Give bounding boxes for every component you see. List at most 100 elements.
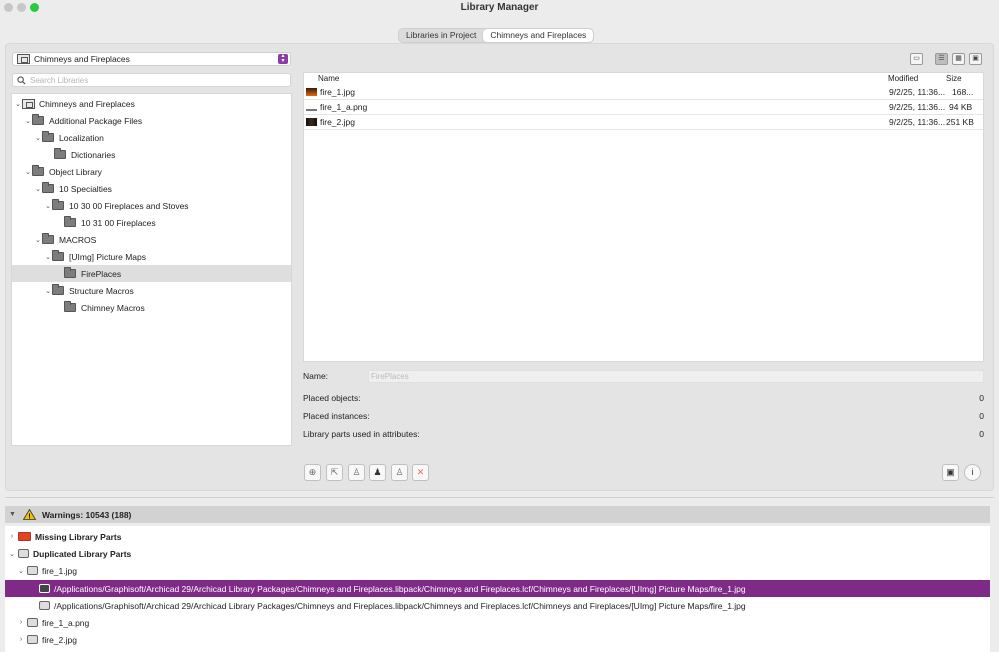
folder-icon <box>42 182 54 193</box>
chevron-down-icon[interactable]: ⌄ <box>24 168 32 176</box>
remove-icon[interactable]: ✕ <box>412 464 429 481</box>
svg-text:!: ! <box>28 514 30 521</box>
tree-item-uimg-picture-maps[interactable]: ⌄ [UImg] Picture Maps <box>12 248 291 265</box>
warning-row-duplicated[interactable]: ⌄ Duplicated Library Parts <box>5 545 990 562</box>
tab-bar: Libraries in Project Chimneys and Firepl… <box>398 28 595 43</box>
library-part-icon <box>27 635 38 644</box>
warning-icon: ! <box>22 509 36 521</box>
image-thumbnail-icon <box>306 88 317 96</box>
chevron-down-icon[interactable]: ⌄ <box>34 236 42 244</box>
folder-icon <box>32 165 44 176</box>
bimcloud-libraries-icon[interactable]: ♟ <box>369 464 386 481</box>
file-modified: 9/2/25, 11:36... <box>889 102 946 112</box>
column-header-size[interactable]: Size <box>946 74 962 83</box>
chevron-down-icon[interactable]: ⌄ <box>24 117 32 125</box>
folder-icon <box>64 216 76 227</box>
warning-label: fire_1.jpg <box>42 565 77 576</box>
chevron-down-icon[interactable]: ⌄ <box>14 100 22 108</box>
name-label: Name: <box>303 371 329 381</box>
column-header-name[interactable]: Name <box>318 74 339 83</box>
tree-item-chimneys-and-fireplaces[interactable]: ⌄ Chimneys and Fireplaces <box>12 95 291 112</box>
warning-row-path[interactable]: /Applications/Graphisoft/Archicad 29/Arc… <box>5 597 990 614</box>
warning-row-missing[interactable]: › Missing Library Parts <box>5 528 990 545</box>
grid-view-icon[interactable]: ▦ <box>952 53 965 65</box>
file-list: Name Modified Size fire_1.jpg 9/2/25, 11… <box>303 72 984 362</box>
tree-item-label: Object Library <box>49 166 102 177</box>
folder-icon <box>52 250 64 261</box>
placed-objects-label: Placed objects: <box>303 393 361 403</box>
library-tree: ⌄ Chimneys and Fireplaces ⌄ Additional Pac… <box>11 93 292 446</box>
search-input[interactable] <box>30 75 270 85</box>
folder-icon <box>42 131 54 142</box>
name-field[interactable]: FirePlaces <box>368 370 984 383</box>
tree-item-10-31-00-fireplaces[interactable]: 10 31 00 Fireplaces <box>12 214 291 231</box>
zoom-window-button[interactable] <box>30 3 39 12</box>
warning-path: /Applications/Graphisoft/Archicad 29/Arc… <box>54 600 746 611</box>
tree-item-fireplaces-and-stoves[interactable]: ⌄ 10 30 00 Fireplaces and Stoves <box>12 197 291 214</box>
warning-row-fire-1[interactable]: ⌄ fire_1.jpg <box>5 562 990 579</box>
chevron-down-icon[interactable]: ⌄ <box>34 185 42 193</box>
chevron-right-icon[interactable]: › <box>17 619 25 626</box>
file-row[interactable]: fire_1_a.png 9/2/25, 11:36... 94 KB <box>304 100 983 115</box>
search-box[interactable] <box>12 73 291 87</box>
tree-item-label: Localization <box>59 132 104 143</box>
tree-item-macros[interactable]: ⌄ MACROS <box>12 231 291 248</box>
open-folder-icon[interactable]: ⇱ <box>326 464 343 481</box>
tree-item-dictionaries[interactable]: Dictionaries <box>12 146 291 163</box>
add-library-icon[interactable]: ⊕ <box>304 464 321 481</box>
warning-row-fire-1-a[interactable]: › fire_1_a.png <box>5 614 990 631</box>
folder-icon <box>64 301 76 312</box>
save-icon[interactable]: ▣ <box>942 464 959 481</box>
tree-item-label: FirePlaces <box>81 268 122 279</box>
tree-item-structure-macros[interactable]: ⌄ Structure Macros <box>12 282 291 299</box>
warnings-list: › Missing Library Parts ⌄ Duplicated Libra… <box>5 526 990 652</box>
warning-label: Duplicated Library Parts <box>33 548 132 559</box>
chevron-down-icon[interactable]: ⌄ <box>8 550 16 558</box>
tab-libraries-in-project[interactable]: Libraries in Project <box>399 29 483 42</box>
library-part-icon <box>39 601 50 610</box>
tree-item-fireplaces-selected[interactable]: FirePlaces <box>12 265 291 282</box>
chevron-right-icon[interactable]: › <box>8 533 16 540</box>
close-window-button[interactable] <box>4 3 13 12</box>
column-header-modified[interactable]: Modified <box>888 74 918 83</box>
collapse-triangle-icon[interactable]: ▼ <box>9 511 16 518</box>
warnings-header[interactable]: ▼ ! Warnings: 10543 (188) <box>5 506 990 523</box>
file-name: fire_2.jpg <box>320 117 355 127</box>
file-row[interactable]: fire_2.jpg 9/2/25, 11:36... 251 KB <box>304 115 983 130</box>
list-view-icon[interactable]: ☰ <box>935 53 948 65</box>
chevron-down-icon[interactable]: ⌄ <box>44 253 52 261</box>
add-server-library-icon[interactable]: ♙ <box>348 464 365 481</box>
file-modified: 9/2/25, 11:36... <box>889 117 946 127</box>
new-folder-icon[interactable]: ▭ <box>910 53 923 65</box>
select-stepper-icon[interactable]: ▴ ▾ <box>278 53 288 64</box>
warnings-count: Warnings: 10543 (188) <box>41 509 132 520</box>
tree-item-object-library[interactable]: ⌄ Object Library <box>12 163 291 180</box>
properties-panel: Name: FirePlaces Placed objects: 0 Place… <box>303 368 984 443</box>
tree-item-10-specialties[interactable]: ⌄ 10 Specialties <box>12 180 291 197</box>
chevron-down-icon[interactable]: ⌄ <box>17 567 25 575</box>
library-part-icon <box>39 584 50 593</box>
tab-chimneys-and-fireplaces[interactable]: Chimneys and Fireplaces <box>483 29 594 42</box>
library-select[interactable]: Chimneys and Fireplaces ▴ ▾ <box>12 52 291 66</box>
tree-item-additional-package-files[interactable]: ⌄ Additional Package Files <box>12 112 291 129</box>
chevron-down-icon[interactable]: ⌄ <box>34 134 42 142</box>
tree-item-label: Structure Macros <box>69 285 134 296</box>
splitter[interactable] <box>5 497 994 498</box>
minimize-window-button[interactable] <box>17 3 26 12</box>
image-thumbnail-icon <box>306 118 317 126</box>
library-icon <box>22 98 35 109</box>
tree-item-localization[interactable]: ⌄ Localization <box>12 129 291 146</box>
chevron-down-icon[interactable]: ⌄ <box>44 202 52 210</box>
chevron-down-icon[interactable]: ⌄ <box>44 287 52 295</box>
info-icon[interactable]: i <box>964 464 981 481</box>
tree-item-chimney-macros[interactable]: Chimney Macros <box>12 299 291 316</box>
add-user-library-icon[interactable]: ♙ <box>391 464 408 481</box>
window-title: Library Manager <box>460 2 539 13</box>
preview-view-icon[interactable]: ▣ <box>969 53 982 65</box>
placed-instances-value: 0 <box>979 411 984 421</box>
file-row[interactable]: fire_1.jpg 9/2/25, 11:36... 168... <box>304 85 983 100</box>
chevron-right-icon[interactable]: › <box>17 636 25 643</box>
warning-row-fire-2[interactable]: › fire_2.jpg <box>5 631 990 648</box>
placed-objects-value: 0 <box>979 393 984 403</box>
warning-row-path-selected[interactable]: /Applications/Graphisoft/Archicad 29/Arc… <box>5 580 990 597</box>
